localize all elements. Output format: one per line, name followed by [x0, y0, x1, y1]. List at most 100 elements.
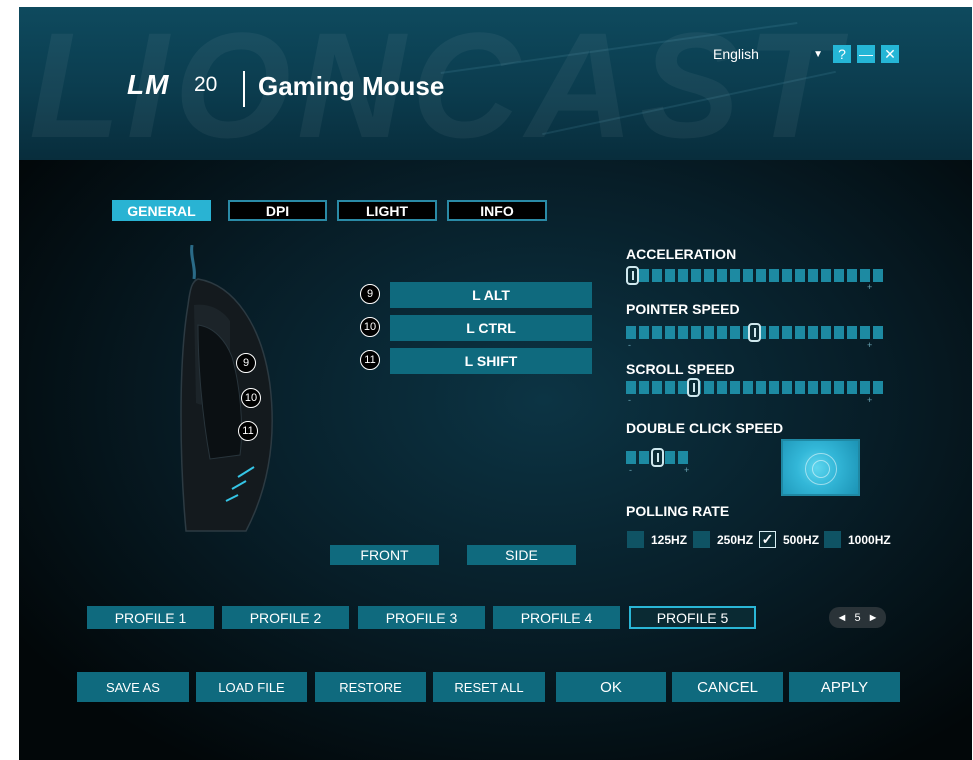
scroll-speed-label: SCROLL SPEED [626, 361, 735, 377]
polling-500hz-label: 500HZ [783, 532, 820, 547]
slider-segment [769, 326, 779, 339]
polling-500hz-checkbox[interactable]: ✓ [759, 531, 776, 548]
tab-info[interactable]: INFO [447, 200, 547, 221]
slider-segment [639, 269, 649, 282]
profile-5-button[interactable]: PROFILE 5 [629, 606, 756, 629]
slider-segment [834, 326, 844, 339]
cancel-button[interactable]: CANCEL [672, 672, 783, 702]
restore-button[interactable]: RESTORE [315, 672, 426, 702]
polling-250hz-label: 250HZ [717, 532, 754, 547]
side-view-button[interactable]: SIDE [467, 545, 576, 565]
close-button[interactable]: ✕ [881, 45, 899, 63]
slider-segment [847, 269, 857, 282]
slider-segment [860, 269, 870, 282]
slider-segment [717, 326, 727, 339]
slider-segment [717, 381, 727, 394]
profile-2-button[interactable]: PROFILE 2 [222, 606, 349, 629]
profile-1-button[interactable]: PROFILE 1 [87, 606, 214, 629]
slider-segment [873, 326, 883, 339]
language-value: English [713, 46, 759, 62]
test-ring [812, 460, 830, 478]
button-11-assignment[interactable]: L SHIFT [390, 348, 592, 374]
polling-250hz-checkbox[interactable] [693, 531, 710, 548]
slider-segment [704, 269, 714, 282]
polling-125hz-option[interactable]: 125HZ [627, 531, 687, 548]
slider-segment [873, 381, 883, 394]
language-select[interactable]: English ▼ [709, 44, 827, 64]
polling-500hz-option[interactable]: ✓ 500HZ [759, 531, 819, 548]
front-view-button[interactable]: FRONT [330, 545, 439, 565]
reset-all-button[interactable]: RESET ALL [433, 672, 545, 702]
scroll-speed-minus: - [628, 395, 631, 405]
slider-segment [626, 381, 636, 394]
slider-segment [652, 326, 662, 339]
slider-segment [769, 269, 779, 282]
profile-4-button[interactable]: PROFILE 4 [493, 606, 620, 629]
ok-button[interactable]: OK [556, 672, 666, 702]
pager-next-icon[interactable]: ► [868, 612, 879, 624]
slider-segment [860, 381, 870, 394]
mouse-button-9-marker[interactable]: 9 [236, 353, 256, 373]
scroll-speed-slider[interactable] [626, 381, 883, 394]
title-divider [243, 71, 245, 107]
acceleration-plus: + [867, 282, 873, 292]
double-click-test-area[interactable] [781, 439, 860, 496]
slider-thumb[interactable] [626, 266, 639, 285]
mouse-button-11-marker[interactable]: 11 [238, 421, 258, 441]
slider-segment [730, 269, 740, 282]
slider-thumb[interactable] [650, 448, 664, 467]
tab-dpi[interactable]: DPI [228, 200, 327, 221]
help-button[interactable]: ? [833, 45, 851, 63]
slider-segment [782, 326, 792, 339]
slider-segment [717, 269, 727, 282]
slider-segment [665, 269, 675, 282]
slider-segment [639, 381, 649, 394]
scroll-speed-plus: + [867, 395, 873, 405]
slider-segment [782, 269, 792, 282]
polling-250hz-option[interactable]: 250HZ [693, 531, 753, 548]
tab-general[interactable]: GENERAL [112, 200, 211, 221]
polling-125hz-checkbox[interactable] [627, 531, 644, 548]
slider-segment [639, 326, 649, 339]
slider-segment [691, 269, 701, 282]
save-as-button[interactable]: SAVE AS [77, 672, 189, 702]
polling-1000hz-option[interactable]: 1000HZ [824, 531, 891, 548]
pointer-speed-minus: - [628, 340, 631, 350]
button-10-assignment[interactable]: L CTRL [390, 315, 592, 341]
slider-segment [704, 326, 714, 339]
slider-segment [678, 451, 688, 464]
slider-segment [834, 381, 844, 394]
slider-segment [795, 326, 805, 339]
polling-1000hz-label: 1000HZ [848, 532, 891, 547]
slider-segment [756, 381, 766, 394]
slider-segment [730, 326, 740, 339]
slider-thumb[interactable] [748, 323, 761, 342]
polling-1000hz-checkbox[interactable] [824, 531, 841, 548]
button-9-assignment[interactable]: L ALT [390, 282, 592, 308]
mouse-side-view [180, 245, 273, 532]
minimize-button[interactable]: — [857, 45, 875, 63]
slider-segment [665, 326, 675, 339]
slider-segment [769, 381, 779, 394]
tab-light[interactable]: LIGHT [337, 200, 437, 221]
pager-value: 5 [854, 611, 861, 624]
acceleration-slider[interactable] [626, 269, 883, 282]
slider-segment [756, 269, 766, 282]
page-title: Gaming Mouse [258, 71, 445, 101]
slider-segment [639, 451, 649, 464]
slider-segment [808, 381, 818, 394]
profile-3-button[interactable]: PROFILE 3 [358, 606, 485, 629]
slider-segment [626, 451, 636, 464]
apply-button[interactable]: APPLY [789, 672, 900, 702]
chevron-down-icon: ▼ [813, 48, 823, 60]
model-number: 20 [194, 73, 218, 96]
slider-segment [821, 381, 831, 394]
mouse-button-10-marker[interactable]: 10 [241, 388, 261, 408]
pointer-speed-label: POINTER SPEED [626, 301, 740, 317]
load-file-button[interactable]: LOAD FILE [196, 672, 307, 702]
slider-thumb[interactable] [687, 378, 700, 397]
double-click-plus: + [684, 465, 690, 475]
slider-segment [678, 326, 688, 339]
acceleration-label: ACCELERATION [626, 246, 737, 262]
pager-prev-icon[interactable]: ◄ [837, 612, 848, 624]
